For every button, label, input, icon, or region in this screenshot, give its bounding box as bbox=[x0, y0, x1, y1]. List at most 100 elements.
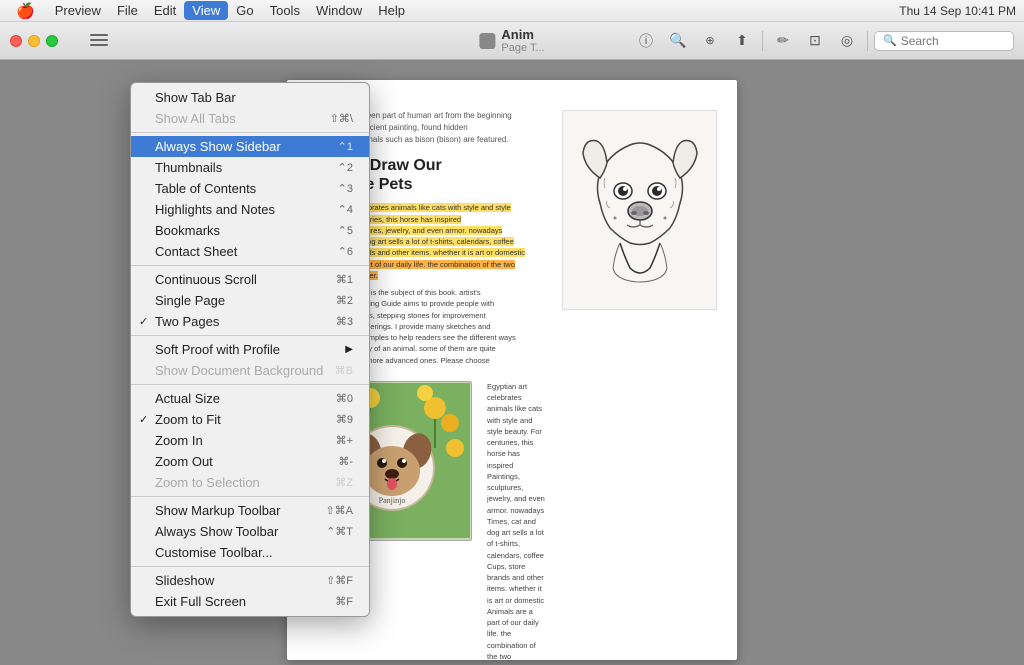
sidebar-toggle-button[interactable] bbox=[90, 34, 108, 48]
menu-actual-size-shortcut: ⌘0 bbox=[336, 392, 353, 405]
menu-show-markup-toolbar-shortcut: ⇧⌘A bbox=[325, 504, 353, 517]
menu-exit-full-screen-shortcut: ⌘F bbox=[335, 595, 353, 608]
menu-thumbnails-shortcut: ⌃2 bbox=[338, 161, 353, 174]
menu-continuous-scroll-shortcut: ⌘1 bbox=[336, 273, 353, 286]
menu-show-markup-toolbar[interactable]: Show Markup Toolbar ⇧⌘A bbox=[131, 500, 369, 521]
menu-actual-size-label: Actual Size bbox=[155, 391, 220, 406]
sep-5 bbox=[131, 496, 369, 497]
menu-continuous-scroll[interactable]: Continuous Scroll ⌘1 bbox=[131, 269, 369, 290]
adjust-button[interactable]: ◎ bbox=[833, 27, 861, 55]
menu-two-pages[interactable]: ✓ Two Pages ⌘3 bbox=[131, 311, 369, 332]
menu-edit[interactable]: Edit bbox=[146, 1, 184, 20]
menu-zoom-in-label: Zoom In bbox=[155, 433, 203, 448]
menu-single-page-label: Single Page bbox=[155, 293, 225, 308]
menu-preview[interactable]: Preview bbox=[47, 1, 109, 20]
two-pages-checkmark: ✓ bbox=[139, 315, 148, 328]
menu-highlights-and-notes-shortcut: ⌃4 bbox=[338, 203, 353, 216]
menu-show-markup-toolbar-label: Show Markup Toolbar bbox=[155, 503, 281, 518]
menu-thumbnails-label: Thumbnails bbox=[155, 160, 222, 175]
menu-zoom-to-selection-shortcut: ⌘Z bbox=[335, 476, 353, 489]
menu-help[interactable]: Help bbox=[370, 1, 413, 20]
menu-two-pages-label: Two Pages bbox=[155, 314, 219, 329]
menu-always-show-sidebar-shortcut: ⌃1 bbox=[338, 140, 353, 153]
svg-text:Panjinjo: Panjinjo bbox=[378, 496, 405, 505]
sep-4 bbox=[131, 384, 369, 385]
menu-continuous-scroll-label: Continuous Scroll bbox=[155, 272, 257, 287]
zoom-out-button[interactable]: 🔍 bbox=[664, 27, 692, 55]
menu-exit-full-screen[interactable]: Exit Full Screen ⌘F bbox=[131, 591, 369, 612]
menu-show-all-tabs-label: Show All Tabs bbox=[155, 111, 236, 126]
window-title: Anim bbox=[501, 27, 544, 42]
close-button[interactable] bbox=[10, 35, 22, 47]
menu-zoom-to-fit-shortcut: ⌘9 bbox=[336, 413, 353, 426]
menu-always-show-toolbar[interactable]: Always Show Toolbar ⌃⌘T bbox=[131, 521, 369, 542]
traffic-lights bbox=[10, 35, 58, 47]
menu-contact-sheet-label: Contact Sheet bbox=[155, 244, 237, 259]
app-icon bbox=[479, 33, 495, 49]
share-button[interactable]: ⬆ bbox=[728, 27, 756, 55]
zoom-in-button[interactable]: ⊕ bbox=[696, 27, 724, 55]
soft-proof-arrow: ▶ bbox=[345, 344, 353, 355]
menu-zoom-to-fit[interactable]: ✓ Zoom to Fit ⌘9 bbox=[131, 409, 369, 430]
menu-soft-proof-label: Soft Proof with Profile bbox=[155, 342, 280, 357]
title-bar: Anim Page T... ⓘ 🔍 ⊕ ⬆ ✏ ⊡ ◎ 🔍 bbox=[0, 22, 1024, 60]
dog-sketch-image bbox=[562, 110, 717, 310]
menu-single-page[interactable]: Single Page ⌘2 bbox=[131, 290, 369, 311]
menu-table-of-contents-shortcut: ⌃3 bbox=[338, 182, 353, 195]
menu-highlights-and-notes-label: Highlights and Notes bbox=[155, 202, 275, 217]
markup-button[interactable]: ✏ bbox=[769, 27, 797, 55]
menu-file[interactable]: File bbox=[109, 1, 146, 20]
menu-customise-toolbar[interactable]: Customise Toolbar... bbox=[131, 542, 369, 563]
menu-highlights-and-notes[interactable]: Highlights and Notes ⌃4 bbox=[131, 199, 369, 220]
toolbar-sep-2 bbox=[867, 31, 868, 51]
bottom-paragraph-1: Egyptian art celebrates animals like cat… bbox=[487, 381, 547, 660]
sep-2 bbox=[131, 265, 369, 266]
info-button[interactable]: ⓘ bbox=[632, 27, 660, 55]
menu-bookmarks-shortcut: ⌃5 bbox=[338, 224, 353, 237]
dog-sketch-svg bbox=[565, 113, 715, 308]
menu-thumbnails[interactable]: Thumbnails ⌃2 bbox=[131, 157, 369, 178]
menu-view[interactable]: View bbox=[184, 1, 228, 20]
zoom-to-fit-checkmark: ✓ bbox=[139, 413, 148, 426]
menu-always-show-toolbar-shortcut: ⌃⌘T bbox=[326, 525, 353, 538]
maximize-button[interactable] bbox=[46, 35, 58, 47]
menu-table-of-contents[interactable]: Table of Contents ⌃3 bbox=[131, 178, 369, 199]
menu-zoom-in[interactable]: Zoom In ⌘+ bbox=[131, 430, 369, 451]
menu-slideshow[interactable]: Slideshow ⇧⌘F bbox=[131, 570, 369, 591]
search-input[interactable] bbox=[901, 34, 1005, 48]
menu-go[interactable]: Go bbox=[228, 1, 261, 20]
menu-bookmarks[interactable]: Bookmarks ⌃5 bbox=[131, 220, 369, 241]
window-subtitle: Page T... bbox=[501, 42, 544, 54]
sep-3 bbox=[131, 335, 369, 336]
menu-zoom-to-fit-label: Zoom to Fit bbox=[155, 412, 221, 427]
menu-zoom-out-shortcut: ⌘- bbox=[338, 455, 353, 468]
menu-always-show-toolbar-label: Always Show Toolbar bbox=[155, 524, 278, 539]
menu-soft-proof[interactable]: Soft Proof with Profile ▶ bbox=[131, 339, 369, 360]
content-area: Animals have been part of human art from… bbox=[0, 60, 1024, 665]
view-dropdown-menu: Show Tab Bar Show All Tabs ⇧⌘\ Always Sh… bbox=[130, 82, 370, 617]
menu-zoom-in-shortcut: ⌘+ bbox=[336, 434, 353, 447]
menu-zoom-out[interactable]: Zoom Out ⌘- bbox=[131, 451, 369, 472]
menu-actual-size[interactable]: Actual Size ⌘0 bbox=[131, 388, 369, 409]
menu-customise-toolbar-label: Customise Toolbar... bbox=[155, 545, 273, 560]
menu-window[interactable]: Window bbox=[308, 1, 370, 20]
sep-6 bbox=[131, 566, 369, 567]
menu-show-all-tabs: Show All Tabs ⇧⌘\ bbox=[131, 108, 369, 129]
toolbar-right: ⓘ 🔍 ⊕ ⬆ ✏ ⊡ ◎ 🔍 bbox=[632, 27, 1014, 55]
apple-menu[interactable]: 🍎 bbox=[8, 0, 43, 22]
menu-always-show-sidebar[interactable]: Always Show Sidebar ⌃1 bbox=[131, 136, 369, 157]
crop-button[interactable]: ⊡ bbox=[801, 27, 829, 55]
menu-tools[interactable]: Tools bbox=[262, 1, 308, 20]
menu-single-page-shortcut: ⌘2 bbox=[336, 294, 353, 307]
menu-show-tab-bar[interactable]: Show Tab Bar bbox=[131, 87, 369, 108]
menu-show-tab-bar-label: Show Tab Bar bbox=[155, 90, 236, 105]
app-window: 🍎 Preview File Edit View Go Tools Window… bbox=[0, 0, 1024, 665]
menu-contact-sheet[interactable]: Contact Sheet ⌃6 bbox=[131, 241, 369, 262]
menu-show-all-tabs-shortcut: ⇧⌘\ bbox=[330, 112, 353, 125]
minimize-button[interactable] bbox=[28, 35, 40, 47]
menu-show-document-background-shortcut: ⌘B bbox=[335, 364, 353, 377]
title-bar-center: Anim Page T... bbox=[479, 27, 544, 54]
menu-show-document-background-label: Show Document Background bbox=[155, 363, 323, 378]
datetime-display: Thu 14 Sep 10:41 PM bbox=[899, 4, 1016, 18]
menu-table-of-contents-label: Table of Contents bbox=[155, 181, 256, 196]
